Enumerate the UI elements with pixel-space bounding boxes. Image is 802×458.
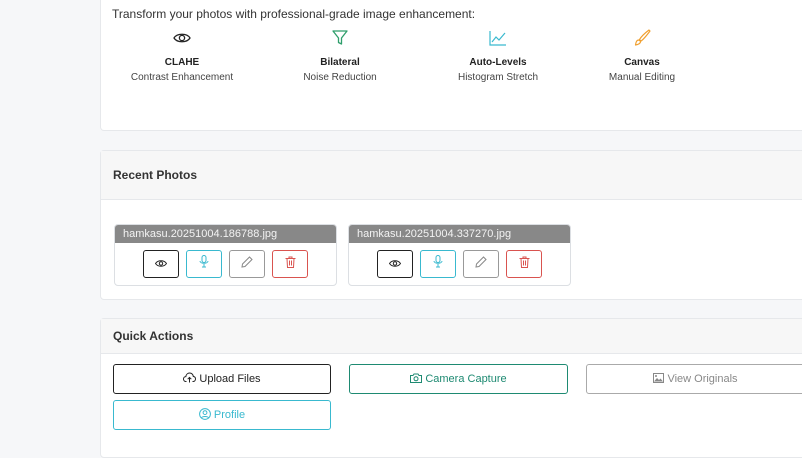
chart-line-icon [423, 28, 573, 48]
photo-thumbnail[interactable]: hamkasu.20251004.337270.jpg [349, 225, 570, 243]
photo-alt-text: hamkasu.20251004.186788.jpg [123, 228, 278, 240]
photo-card: hamkasu.20251004.186788.jpg [114, 224, 337, 286]
eye-icon [154, 255, 168, 273]
view-button[interactable] [377, 250, 413, 278]
image-icon [653, 372, 665, 386]
feature-auto-levels: Auto-Levels Histogram Stretch [423, 28, 573, 83]
microphone-icon [433, 255, 443, 273]
delete-button[interactable] [272, 250, 308, 278]
user-circle-icon [199, 407, 211, 423]
trash-icon [285, 255, 296, 273]
paintbrush-icon [567, 28, 717, 48]
photo-thumbnail[interactable]: hamkasu.20251004.186788.jpg [115, 225, 336, 243]
eye-icon [388, 255, 402, 273]
pencil-icon [475, 255, 487, 273]
recent-photos-title: Recent Photos [101, 151, 802, 200]
quick-actions-card: Quick Actions Upload Files Camera Captur… [100, 318, 802, 458]
feature-clahe: CLAHE Contrast Enhancement [107, 28, 257, 83]
view-button[interactable] [143, 250, 179, 278]
photo-card: hamkasu.20251004.337270.jpg [348, 224, 571, 286]
camera-icon [410, 373, 423, 386]
eye-icon [107, 28, 257, 48]
profile-button[interactable]: Profile [113, 400, 331, 430]
photo-alt-text: hamkasu.20251004.337270.jpg [357, 228, 512, 240]
feature-name: CLAHE [164, 57, 200, 68]
feature-desc: Manual Editing [608, 72, 676, 83]
feature-name: Canvas [624, 57, 660, 68]
feature-name: Auto-Levels [469, 57, 527, 68]
view-originals-button[interactable]: View Originals [586, 364, 802, 394]
pencil-icon [241, 255, 253, 273]
view-originals-label: View Originals [667, 373, 738, 385]
cloud-upload-icon [183, 372, 197, 386]
trash-icon [519, 255, 530, 273]
feature-desc: Histogram Stretch [457, 72, 539, 83]
upload-files-button[interactable]: Upload Files [113, 364, 331, 394]
edit-button[interactable] [229, 250, 265, 278]
filter-icon [265, 28, 415, 48]
recent-photos-card: Recent Photos hamkasu.20251004.186788.jp… [100, 150, 802, 300]
voice-note-button[interactable] [186, 250, 222, 278]
camera-capture-label: Camera Capture [425, 373, 507, 385]
delete-button[interactable] [506, 250, 542, 278]
intro-card: Transform your photos with professional-… [100, 0, 802, 131]
feature-canvas: Canvas Manual Editing [567, 28, 717, 83]
upload-files-label: Upload Files [199, 373, 261, 385]
feature-bilateral: Bilateral Noise Reduction [265, 28, 415, 83]
voice-note-button[interactable] [420, 250, 456, 278]
intro-text: Transform your photos with professional-… [112, 7, 476, 21]
camera-capture-button[interactable]: Camera Capture [349, 364, 568, 394]
quick-actions-title: Quick Actions [101, 319, 802, 354]
feature-desc: Contrast Enhancement [130, 72, 234, 83]
feature-name: Bilateral [320, 57, 360, 68]
feature-desc: Noise Reduction [303, 72, 377, 83]
edit-button[interactable] [463, 250, 499, 278]
profile-label: Profile [213, 409, 246, 421]
microphone-icon [199, 255, 209, 273]
